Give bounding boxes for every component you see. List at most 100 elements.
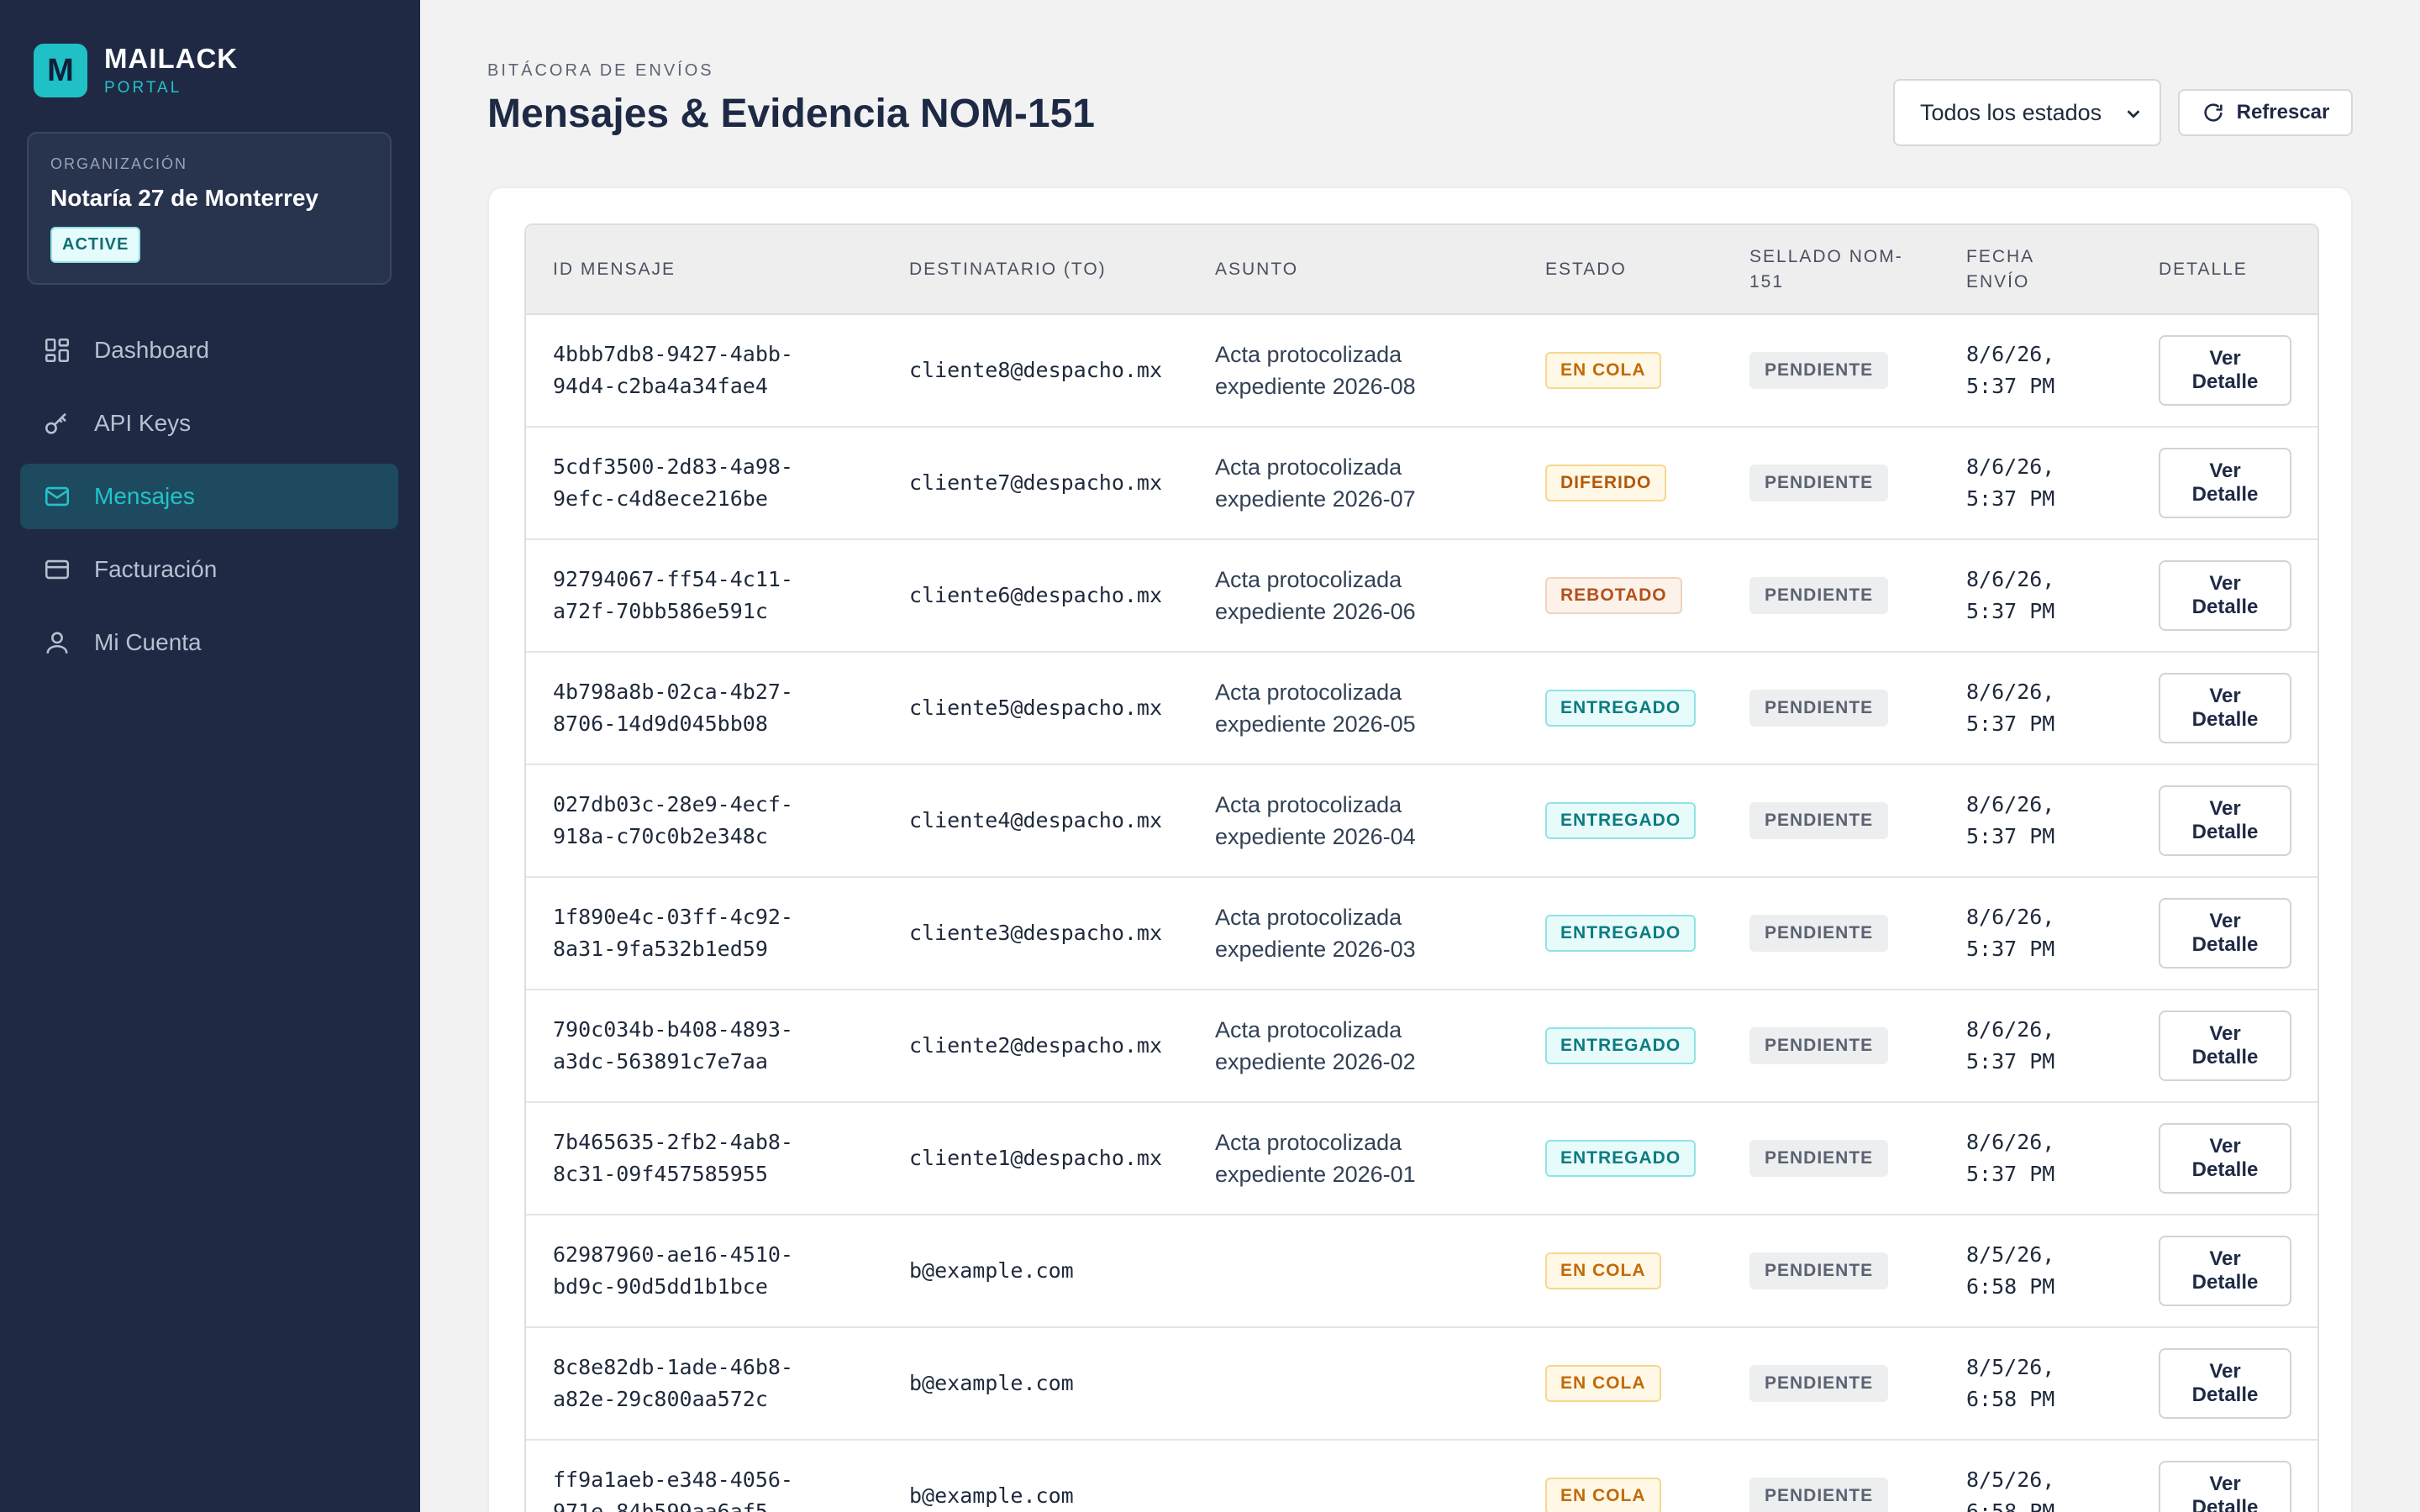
seal-cell: PENDIENTE bbox=[1723, 764, 1939, 878]
brand-name: MAILACK bbox=[104, 43, 239, 74]
message-id: 1f890e4c-03ff-4c92-8a31-9fa532b1ed59 bbox=[553, 905, 793, 961]
subject-cell bbox=[1188, 1440, 1518, 1512]
seal-cell: PENDIENTE bbox=[1723, 1215, 1939, 1328]
seal-badge: PENDIENTE bbox=[1749, 1027, 1889, 1064]
subject: Acta protocolizada expediente 2026-02 bbox=[1215, 1017, 1416, 1074]
seal-cell: PENDIENTE bbox=[1723, 1327, 1939, 1441]
column-header-id: ID MENSAJE bbox=[526, 225, 882, 315]
status-cell: ENTREGADO bbox=[1518, 652, 1723, 765]
table-row: ff9a1aeb-e348-4056-971e-84b599aa6af5 b@ex… bbox=[526, 1440, 2317, 1512]
message-id: ff9a1aeb-e348-4056-971e-84b599aa6af5 bbox=[553, 1467, 793, 1512]
message-id: 4b798a8b-02ca-4b27-8706-14d9d045bb08 bbox=[553, 680, 793, 736]
sidebar-item-mi-cuenta[interactable]: Mi Cuenta bbox=[20, 610, 398, 675]
sent-date: 8/6/26, 5:37 PM bbox=[1966, 680, 2055, 736]
detail-cell: Ver Detalle bbox=[2132, 427, 2317, 540]
view-detail-button[interactable]: Ver Detalle bbox=[2159, 898, 2291, 969]
status-filter-select[interactable]: Todos los estados bbox=[1893, 79, 2161, 146]
recipient: cliente6@despacho.mx bbox=[909, 583, 1163, 607]
message-id: 92794067-ff54-4c11-a72f-70bb586e591c bbox=[553, 567, 793, 623]
recipient: cliente7@despacho.mx bbox=[909, 470, 1163, 495]
org-label: ORGANIZACIÓN bbox=[50, 155, 188, 172]
detail-cell: Ver Detalle bbox=[2132, 877, 2317, 990]
org-status-badge: ACTIVE bbox=[50, 227, 141, 263]
sent-date: 8/6/26, 5:37 PM bbox=[1966, 454, 2055, 511]
status-badge: EN COLA bbox=[1545, 1365, 1661, 1402]
seal-cell: PENDIENTE bbox=[1723, 539, 1939, 653]
sidebar-item-mensajes[interactable]: Mensajes bbox=[20, 464, 398, 529]
subject: Acta protocolizada expediente 2026-04 bbox=[1215, 792, 1416, 849]
subject-cell bbox=[1188, 1327, 1518, 1441]
message-id-cell: 4b798a8b-02ca-4b27-8706-14d9d045bb08 bbox=[526, 652, 882, 765]
table-row: 7b465635-2fb2-4ab8-8c31-09f457585955 clie… bbox=[526, 1102, 2317, 1215]
status-cell: DIFERIDO bbox=[1518, 427, 1723, 540]
sidebar-item-dashboard[interactable]: Dashboard bbox=[20, 318, 398, 383]
status-badge: EN COLA bbox=[1545, 1252, 1661, 1289]
sidebar: M MAILACK PORTAL ORGANIZACIÓN Notaría 27… bbox=[0, 0, 420, 1512]
column-header-subject: ASUNTO bbox=[1188, 225, 1518, 315]
table-row: 8c8e82db-1ade-46b8-a82e-29c800aa572c b@ex… bbox=[526, 1327, 2317, 1441]
sidebar-item-label: Dashboard bbox=[94, 337, 209, 363]
messages-table: ID MENSAJE DESTINATARIO (TO) ASUNTO ESTA… bbox=[526, 225, 2317, 1512]
message-id: 8c8e82db-1ade-46b8-a82e-29c800aa572c bbox=[553, 1355, 793, 1411]
table-body: 4bbb7db8-9427-4abb-94d4-c2ba4a34fae4 clie… bbox=[526, 314, 2317, 1512]
page-title: Mensajes & Evidencia NOM-151 bbox=[487, 92, 1095, 136]
view-detail-button[interactable]: Ver Detalle bbox=[2159, 1348, 2291, 1419]
view-detail-button[interactable]: Ver Detalle bbox=[2159, 1123, 2291, 1194]
seal-cell: PENDIENTE bbox=[1723, 427, 1939, 540]
view-detail-label: Ver Detalle bbox=[2191, 572, 2259, 618]
date-cell: 8/5/26, 6:58 PM bbox=[1939, 1327, 2132, 1441]
seal-badge: PENDIENTE bbox=[1749, 465, 1889, 501]
subject: Acta protocolizada expediente 2026-08 bbox=[1215, 342, 1416, 399]
date-cell: 8/6/26, 5:37 PM bbox=[1939, 877, 2132, 990]
view-detail-label: Ver Detalle bbox=[2191, 1135, 2259, 1181]
view-detail-button[interactable]: Ver Detalle bbox=[2159, 1236, 2291, 1306]
sidebar-item-api-keys[interactable]: API Keys bbox=[20, 391, 398, 456]
view-detail-button[interactable]: Ver Detalle bbox=[2159, 335, 2291, 406]
view-detail-button[interactable]: Ver Detalle bbox=[2159, 1461, 2291, 1512]
view-detail-label: Ver Detalle bbox=[2191, 1360, 2259, 1406]
table-row: 4bbb7db8-9427-4abb-94d4-c2ba4a34fae4 clie… bbox=[526, 314, 2317, 428]
view-detail-label: Ver Detalle bbox=[2191, 685, 2259, 731]
recipient: cliente1@despacho.mx bbox=[909, 1146, 1163, 1170]
view-detail-button[interactable]: Ver Detalle bbox=[2159, 785, 2291, 856]
column-header-status: ESTADO bbox=[1518, 225, 1723, 315]
view-detail-button[interactable]: Ver Detalle bbox=[2159, 448, 2291, 518]
seal-badge: PENDIENTE bbox=[1749, 1140, 1889, 1177]
subject-cell: Acta protocolizada expediente 2026-03 bbox=[1188, 877, 1518, 990]
table-row: 1f890e4c-03ff-4c92-8a31-9fa532b1ed59 clie… bbox=[526, 877, 2317, 990]
recipient: b@example.com bbox=[909, 1258, 1074, 1283]
recipient-cell: cliente3@despacho.mx bbox=[882, 877, 1188, 990]
main-content: BITÁCORA DE ENVÍOS Mensajes & Evidencia … bbox=[420, 0, 2420, 1512]
credit-card-icon bbox=[42, 554, 72, 585]
status-badge: ENTREGADO bbox=[1545, 915, 1697, 952]
sent-date: 8/6/26, 5:37 PM bbox=[1966, 567, 2055, 623]
sent-date: 8/5/26, 6:58 PM bbox=[1966, 1467, 2055, 1512]
seal-badge: PENDIENTE bbox=[1749, 1252, 1889, 1289]
subject-cell: Acta protocolizada expediente 2026-04 bbox=[1188, 764, 1518, 878]
view-detail-button[interactable]: Ver Detalle bbox=[2159, 1011, 2291, 1081]
column-header-recipient: DESTINATARIO (TO) bbox=[882, 225, 1188, 315]
brand[interactable]: M MAILACK PORTAL bbox=[34, 44, 238, 97]
recipient-cell: cliente5@despacho.mx bbox=[882, 652, 1188, 765]
recipient: cliente5@despacho.mx bbox=[909, 696, 1163, 720]
subject-cell: Acta protocolizada expediente 2026-08 bbox=[1188, 314, 1518, 428]
user-icon bbox=[42, 627, 72, 658]
recipient-cell: cliente1@despacho.mx bbox=[882, 1102, 1188, 1215]
detail-cell: Ver Detalle bbox=[2132, 764, 2317, 878]
sidebar-item-facturacion[interactable]: Facturación bbox=[20, 537, 398, 602]
recipient-cell: cliente4@despacho.mx bbox=[882, 764, 1188, 878]
page-kicker: BITÁCORA DE ENVÍOS bbox=[487, 61, 714, 80]
view-detail-button[interactable]: Ver Detalle bbox=[2159, 673, 2291, 743]
column-header-date: FECHA ENVÍO bbox=[1939, 225, 2132, 315]
sent-date: 8/5/26, 6:58 PM bbox=[1966, 1242, 2055, 1299]
view-detail-label: Ver Detalle bbox=[2191, 459, 2259, 506]
refresh-button[interactable]: Refrescar bbox=[2178, 89, 2353, 136]
message-id: 4bbb7db8-9427-4abb-94d4-c2ba4a34fae4 bbox=[553, 342, 793, 398]
recipient-cell: cliente7@despacho.mx bbox=[882, 427, 1188, 540]
message-id-cell: 027db03c-28e9-4ecf-918a-c70c0b2e348c bbox=[526, 764, 882, 878]
org-name: Notaría 27 de Monterrey bbox=[50, 185, 318, 211]
message-id-cell: 790c034b-b408-4893-a3dc-563891c7e7aa bbox=[526, 990, 882, 1103]
view-detail-button[interactable]: Ver Detalle bbox=[2159, 560, 2291, 631]
subject: Acta protocolizada expediente 2026-07 bbox=[1215, 454, 1416, 512]
status-badge: REBOTADO bbox=[1545, 577, 1682, 614]
